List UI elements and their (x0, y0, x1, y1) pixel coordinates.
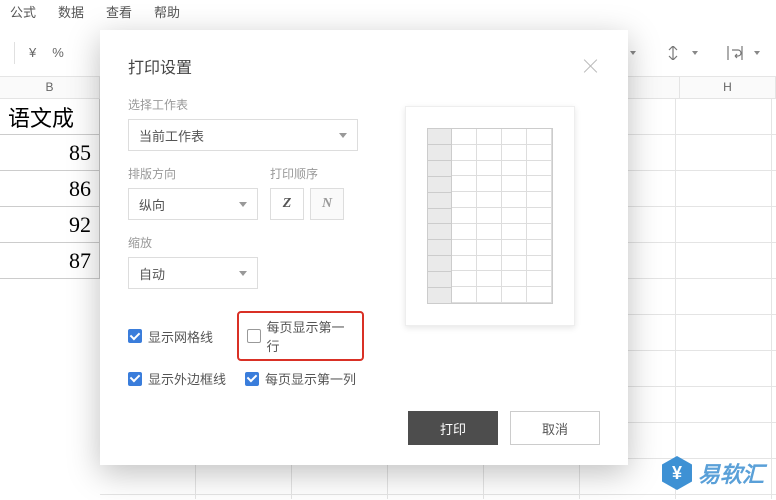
cell-b1[interactable]: 语文成 (0, 99, 100, 135)
checkbox-icon (128, 372, 142, 386)
worksheet-select-value: 当前工作表 (139, 126, 204, 145)
close-icon[interactable] (582, 57, 600, 75)
print-settings-dialog: 打印设置 选择工作表 当前工作表 排版方向 纵向 打印顺序 (100, 30, 628, 465)
menu-view[interactable]: 查看 (106, 2, 132, 21)
checkbox-icon (128, 329, 142, 343)
percent-button[interactable]: % (44, 41, 72, 64)
col-header-h[interactable]: H (680, 77, 776, 99)
cell-b3[interactable]: 86 (0, 171, 100, 207)
valign-button[interactable] (654, 38, 706, 68)
chevron-down-icon (239, 202, 247, 207)
checkbox-icon (245, 372, 259, 386)
cell-b2[interactable]: 85 (0, 135, 100, 171)
order-z-button[interactable]: Z (270, 188, 304, 220)
checkbox-gridlines[interactable]: 显示网格线 (128, 317, 241, 355)
menubar: 公式 数据 查看 帮助 (0, 0, 776, 29)
orientation-label: 排版方向 (128, 165, 258, 182)
print-button[interactable]: 打印 (408, 411, 498, 445)
menu-formula[interactable]: 公式 (10, 2, 36, 21)
dialog-title: 打印设置 (128, 54, 192, 78)
orientation-select-value: 纵向 (139, 195, 165, 214)
wrap-button[interactable] (716, 38, 768, 68)
checkbox-gridlines-label: 显示网格线 (148, 327, 213, 346)
scaling-select[interactable]: 自动 (128, 257, 258, 289)
checkbox-first-row-label: 每页显示第一行 (267, 317, 354, 355)
print-order-label: 打印顺序 (270, 165, 358, 182)
worksheet-label: 选择工作表 (128, 96, 358, 113)
order-n-button[interactable]: N (310, 188, 344, 220)
watermark-icon: ¥ (662, 456, 692, 490)
checkbox-first-row[interactable]: 每页显示第一行 (247, 317, 354, 355)
worksheet-select[interactable]: 当前工作表 (128, 119, 358, 151)
wrap-icon (724, 42, 746, 64)
scaling-label: 缩放 (128, 234, 358, 251)
print-preview (405, 106, 575, 326)
chevron-down-icon (339, 133, 347, 138)
checkbox-first-col[interactable]: 每页显示第一列 (245, 369, 358, 388)
cell-b4[interactable]: 92 (0, 207, 100, 243)
menu-data[interactable]: 数据 (58, 2, 84, 21)
preview-grid (452, 129, 552, 303)
checkbox-first-col-label: 每页显示第一列 (265, 369, 356, 388)
menu-help[interactable]: 帮助 (154, 2, 180, 21)
preview-first-col (428, 129, 452, 303)
scaling-select-value: 自动 (139, 264, 165, 283)
checkbox-outer-border-label: 显示外边框线 (148, 369, 226, 388)
checkbox-icon (247, 329, 261, 343)
currency-button[interactable]: ¥ (21, 41, 44, 64)
highlight-first-row: 每页显示第一行 (237, 311, 364, 361)
chevron-down-icon (239, 271, 247, 276)
cancel-button[interactable]: 取消 (510, 411, 600, 445)
watermark-text: 易软汇 (698, 457, 764, 489)
col-header-b[interactable]: B (0, 77, 100, 99)
cell-b5[interactable]: 87 (0, 243, 100, 279)
checkbox-outer-border[interactable]: 显示外边框线 (128, 369, 241, 388)
orientation-select[interactable]: 纵向 (128, 188, 258, 220)
valign-icon (662, 42, 684, 64)
watermark: ¥ 易软汇 (662, 456, 764, 490)
